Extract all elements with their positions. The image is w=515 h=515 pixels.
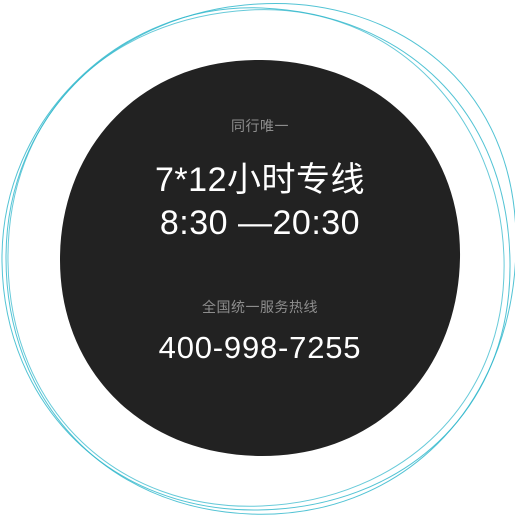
hours-title: 7*12小时专线 bbox=[155, 161, 365, 199]
phone-number[interactable]: 400-998-7255 bbox=[0, 330, 515, 366]
hours-range: 8:30 —20:30 bbox=[159, 204, 361, 242]
tagline: 同行唯一 bbox=[231, 118, 289, 134]
hotline-badge: 同行唯一 7*12小时专线 8:30 —20:30 全国统一服务热线 400-9… bbox=[0, 0, 515, 515]
hotline-label: 全国统一服务热线 bbox=[202, 299, 318, 315]
